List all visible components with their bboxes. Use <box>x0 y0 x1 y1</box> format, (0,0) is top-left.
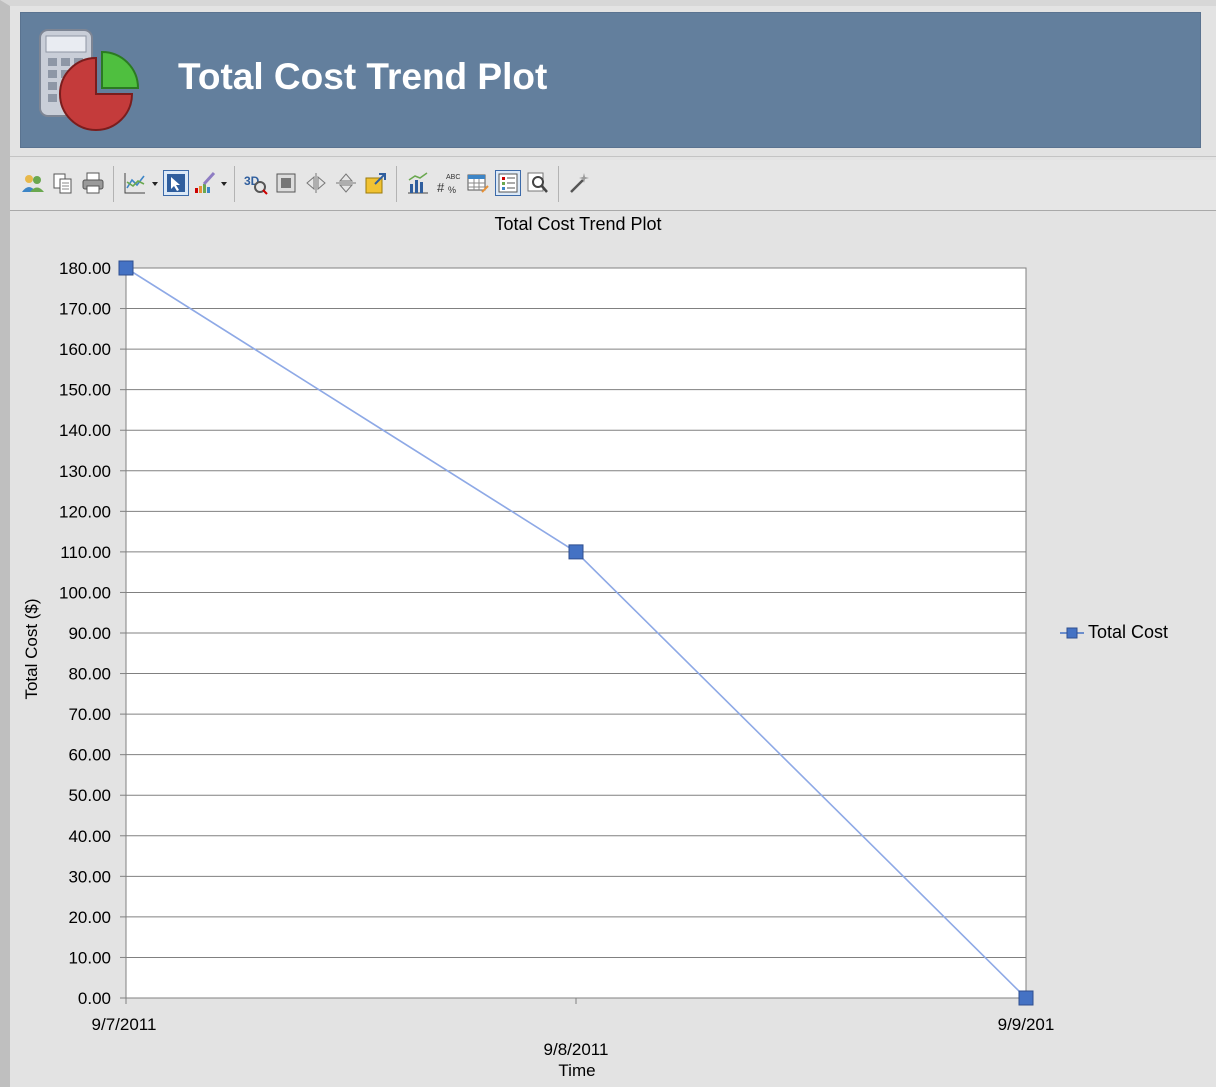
y-tick-label: 50.00 <box>68 786 111 805</box>
y-tick-label: 20.00 <box>68 908 111 927</box>
y-tick-label: 90.00 <box>68 624 111 643</box>
y-tick-label: 60.00 <box>68 746 111 765</box>
y-tick-label: 140.00 <box>59 421 111 440</box>
x-tick-label: 9/8/2011 <box>544 1040 609 1059</box>
y-axis-label: Total Cost ($) <box>22 598 41 699</box>
line-chart: 0.00 10.00 20.00 30.00 40.00 50.00 60.00 70.00 8… <box>22 259 1055 1080</box>
y-tick-label: 120.00 <box>59 502 111 521</box>
x-axis-label: Time <box>558 1061 595 1080</box>
y-tick-label: 30.00 <box>68 867 111 886</box>
x-tick-label: 9/7/2011 <box>92 1015 157 1034</box>
y-tick-label: 160.00 <box>59 340 111 359</box>
y-tick-label: 10.00 <box>68 948 111 967</box>
y-tick-label: 170.00 <box>59 300 111 319</box>
y-tick-label: 150.00 <box>59 381 111 400</box>
y-tick-label: 80.00 <box>68 665 111 684</box>
y-tick-label: 0.00 <box>78 989 111 1008</box>
legend-label: Total Cost <box>1088 622 1169 642</box>
y-tick-label: 70.00 <box>68 705 111 724</box>
y-tick-label: 130.00 <box>59 462 111 481</box>
x-tick-label: 9/9/201 <box>998 1015 1055 1034</box>
y-tick-label: 180.00 <box>59 259 111 278</box>
y-tick-label: 40.00 <box>68 827 111 846</box>
legend-marker-total-cost <box>1060 627 1084 639</box>
data-point[interactable] <box>118 260 134 276</box>
data-point[interactable] <box>568 544 584 560</box>
data-point[interactable] <box>1018 990 1034 1006</box>
y-tick-label: 100.00 <box>59 583 111 602</box>
y-tick-label: 110.00 <box>60 543 111 562</box>
